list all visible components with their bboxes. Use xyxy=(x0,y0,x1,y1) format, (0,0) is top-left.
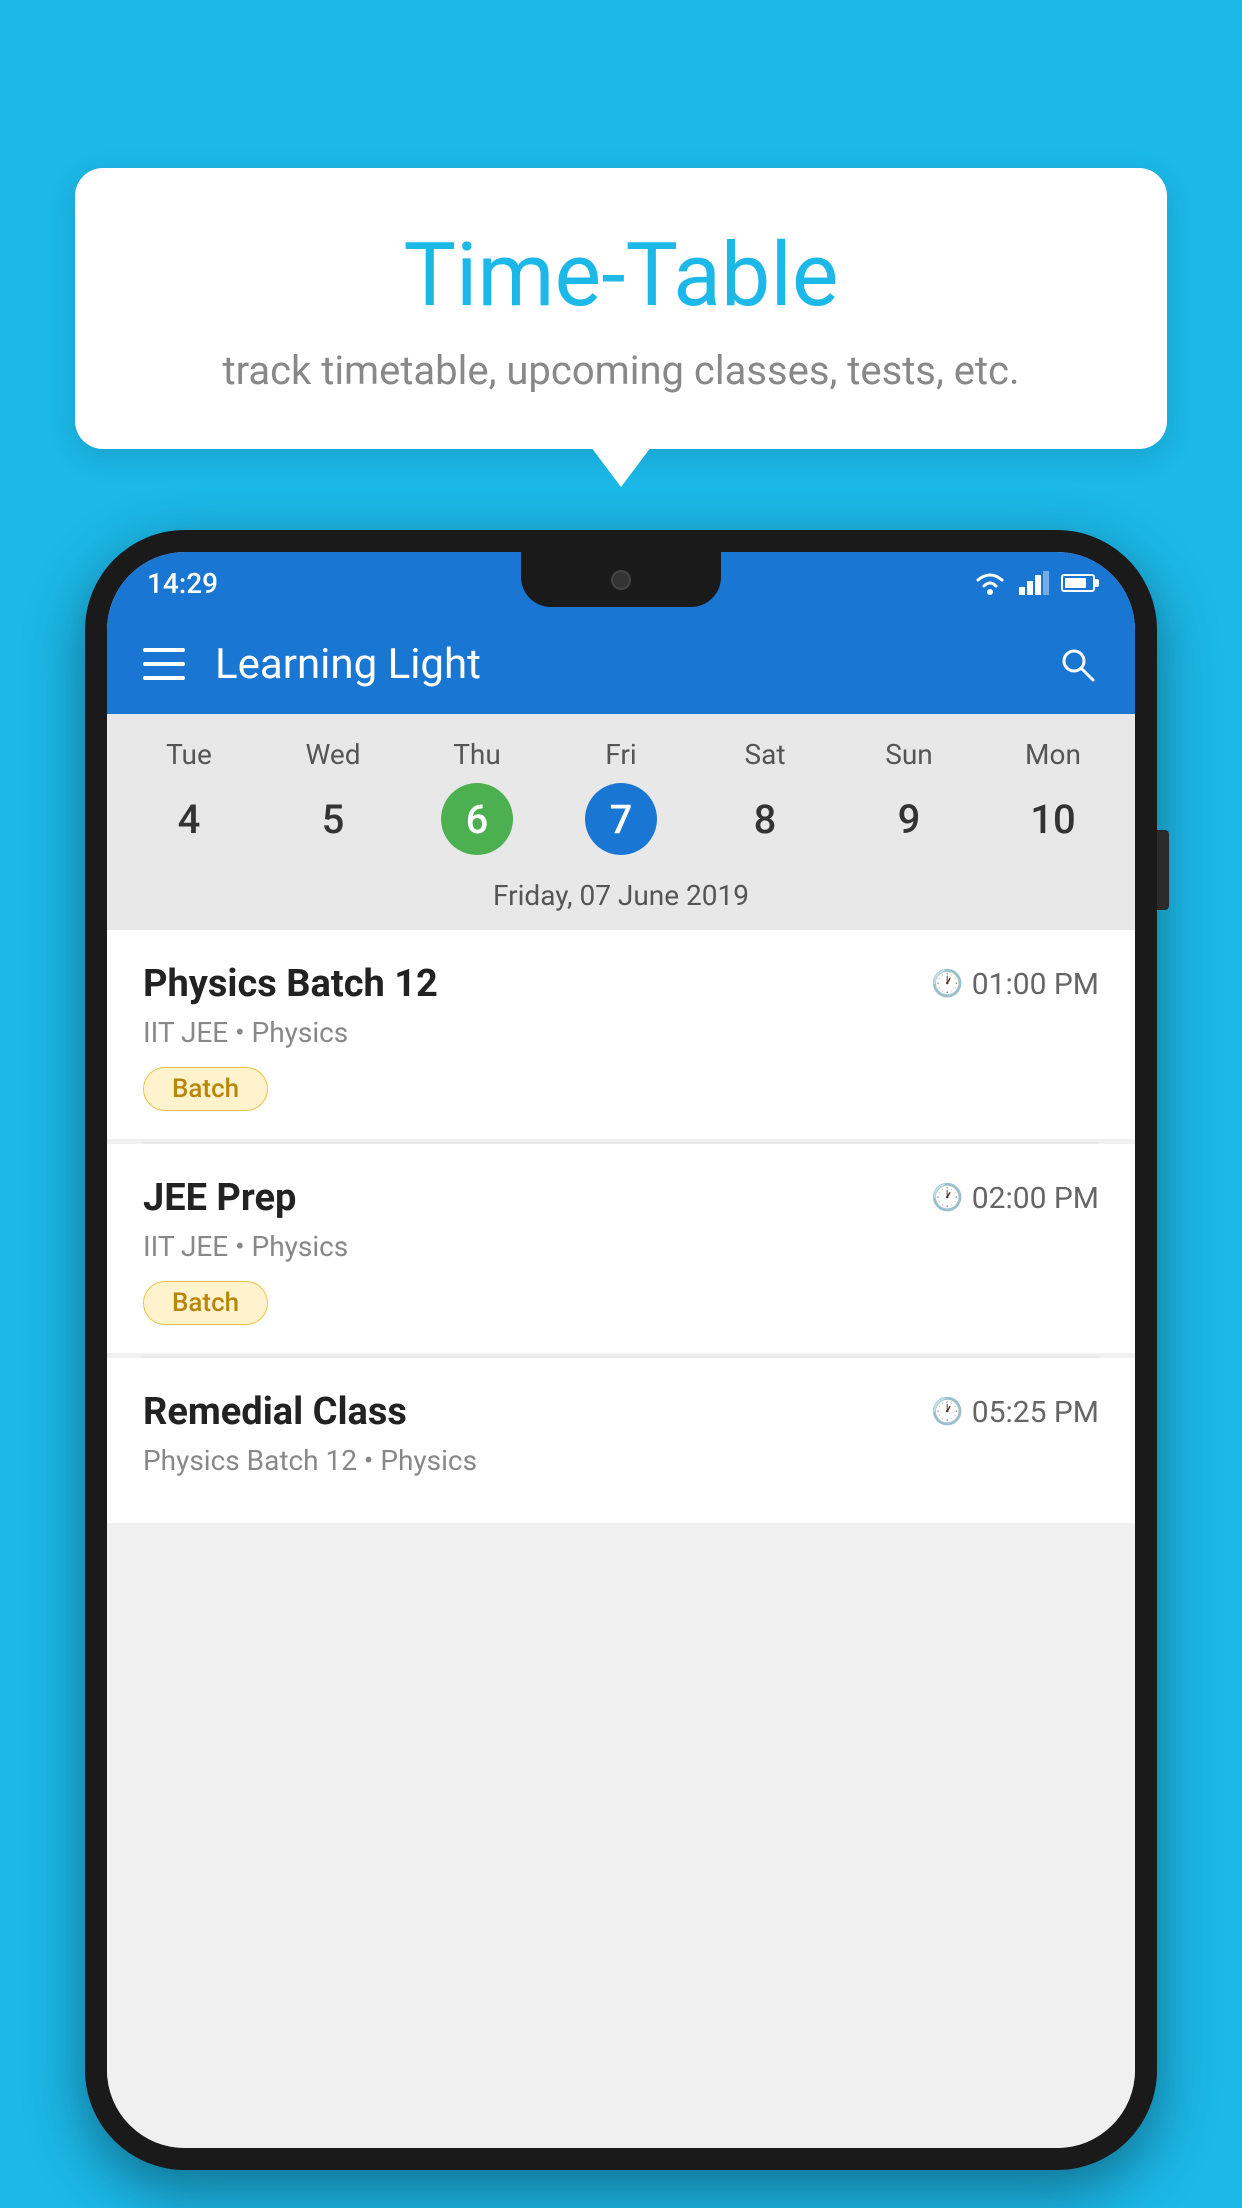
day-tue: Tue xyxy=(117,734,261,775)
date-5[interactable]: 5 xyxy=(261,783,405,855)
search-button[interactable] xyxy=(1055,642,1099,686)
class-item-1-header: Physics Batch 12 🕐 01:00 PM xyxy=(143,962,1099,1006)
app-bar: Learning Light xyxy=(107,614,1135,714)
date-6-today[interactable]: 6 xyxy=(441,783,513,855)
wifi-icon xyxy=(973,570,1007,596)
day-sat: Sat xyxy=(693,734,837,775)
day-headers: Tue Wed Thu Fri Sat Sun Mon xyxy=(117,734,1125,775)
camera xyxy=(611,570,631,590)
search-icon xyxy=(1057,644,1097,684)
day-wed: Wed xyxy=(261,734,405,775)
hamburger-icon[interactable] xyxy=(143,648,185,680)
class-item-2[interactable]: JEE Prep 🕐 02:00 PM IIT JEE • Physics Ba… xyxy=(107,1144,1135,1353)
signal-icon xyxy=(1019,571,1049,595)
phone-mockup: 14:29 xyxy=(85,530,1157,2170)
day-sun: Sun xyxy=(837,734,981,775)
day-fri: Fri xyxy=(549,734,693,775)
status-time: 14:29 xyxy=(147,567,218,600)
date-8[interactable]: 8 xyxy=(693,783,837,855)
phone-notch xyxy=(521,552,721,607)
battery-icon xyxy=(1061,574,1095,592)
class-list: Physics Batch 12 🕐 01:00 PM IIT JEE • Ph… xyxy=(107,930,1135,2148)
selected-date-label: Friday, 07 June 2019 xyxy=(117,871,1125,930)
day-mon: Mon xyxy=(981,734,1125,775)
phone-screen: 14:29 xyxy=(107,552,1135,2148)
class-2-detail: IIT JEE • Physics xyxy=(143,1230,1099,1263)
class-1-detail: IIT JEE • Physics xyxy=(143,1016,1099,1049)
date-10[interactable]: 10 xyxy=(981,783,1125,855)
date-9[interactable]: 9 xyxy=(837,783,981,855)
day-thu: Thu xyxy=(405,734,549,775)
class-2-name: JEE Prep xyxy=(143,1176,296,1220)
date-7-selected[interactable]: 7 xyxy=(585,783,657,855)
class-1-time: 🕐 01:00 PM xyxy=(931,967,1099,1002)
class-3-detail: Physics Batch 12 • Physics xyxy=(143,1444,1099,1477)
app-title: Learning Light xyxy=(215,640,1055,689)
clock-icon-3: 🕐 xyxy=(931,1397,963,1427)
class-item-2-header: JEE Prep 🕐 02:00 PM xyxy=(143,1176,1099,1220)
class-2-tag: Batch xyxy=(143,1281,268,1325)
class-2-time: 🕐 02:00 PM xyxy=(931,1181,1099,1216)
side-button xyxy=(1157,830,1169,910)
clock-icon-1: 🕐 xyxy=(931,969,963,999)
class-item-3-header: Remedial Class 🕐 05:25 PM xyxy=(143,1390,1099,1434)
day-numbers: 4 5 6 7 8 9 10 xyxy=(117,783,1125,855)
status-icons xyxy=(973,570,1095,596)
calendar-strip: Tue Wed Thu Fri Sat Sun Mon 4 5 6 7 8 9 … xyxy=(107,714,1135,930)
class-item-3[interactable]: Remedial Class 🕐 05:25 PM Physics Batch … xyxy=(107,1358,1135,1523)
tooltip-title: Time-Table xyxy=(125,228,1117,325)
class-1-name: Physics Batch 12 xyxy=(143,962,438,1006)
class-1-tag: Batch xyxy=(143,1067,268,1111)
date-4[interactable]: 4 xyxy=(117,783,261,855)
tooltip-subtitle: track timetable, upcoming classes, tests… xyxy=(125,347,1117,394)
phone-outer: 14:29 xyxy=(85,530,1157,2170)
class-3-name: Remedial Class xyxy=(143,1390,407,1434)
class-3-time: 🕐 05:25 PM xyxy=(931,1395,1099,1430)
class-item-1[interactable]: Physics Batch 12 🕐 01:00 PM IIT JEE • Ph… xyxy=(107,930,1135,1139)
tooltip-card: Time-Table track timetable, upcoming cla… xyxy=(75,168,1167,449)
clock-icon-2: 🕐 xyxy=(931,1183,963,1213)
